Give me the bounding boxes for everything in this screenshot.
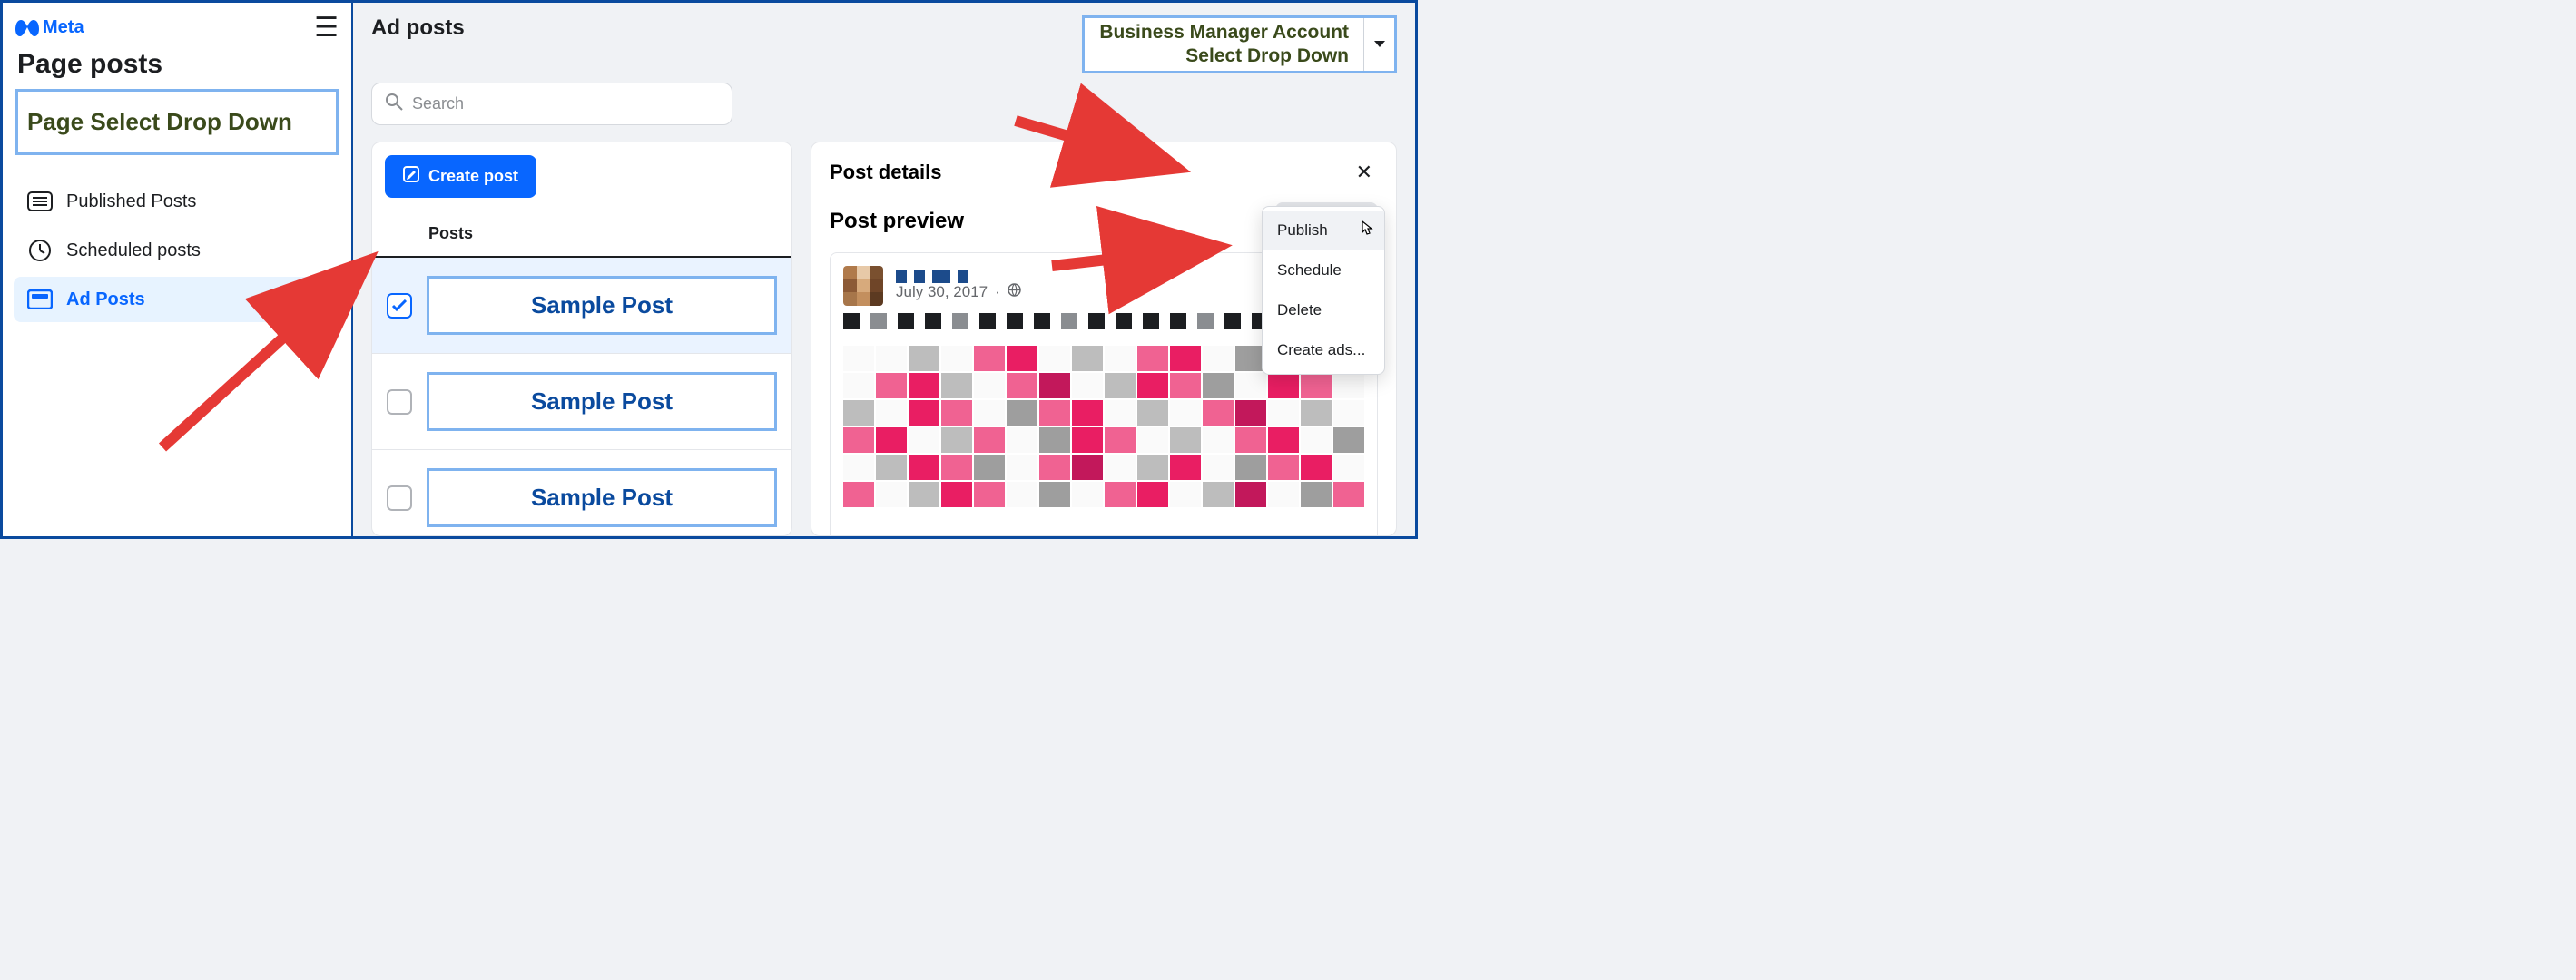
create-post-label: Create post [428,167,518,186]
menu-label: Delete [1277,301,1322,318]
checkbox[interactable] [387,389,412,415]
actions-menu-schedule[interactable]: Schedule [1263,250,1384,290]
preview-meta: July 30, 2017 · [896,270,1021,301]
list-icon [26,188,54,215]
actions-menu-delete[interactable]: Delete [1263,290,1384,330]
sidebar-item-ad-posts[interactable]: Ad Posts [14,277,340,322]
actions-menu: Publish Schedule Delete Create ads... [1262,206,1385,375]
search-icon [385,93,403,115]
post-date-row: July 30, 2017 · [896,283,1021,301]
sidebar-top: Meta ☰ [12,8,342,45]
sidebar-item-label: Ad Posts [66,289,145,310]
business-manager-select[interactable]: Business Manager Account Select Drop Dow… [1082,15,1397,74]
checkbox[interactable] [387,485,412,511]
preview-title: Post preview [830,209,964,234]
post-label: Sample Post [427,372,777,431]
clock-icon [26,237,54,264]
search-box[interactable] [371,83,732,125]
hamburger-icon[interactable]: ☰ [314,12,339,44]
actions-menu-create-ads[interactable]: Create ads... [1263,330,1384,370]
business-manager-label: Business Manager Account Select Drop Dow… [1085,18,1363,71]
bm-line2: Select Drop Down [1099,44,1349,68]
content-row: Create post Posts Sample Post Sample Pos… [371,142,1397,536]
post-date: July 30, 2017 [896,283,988,301]
menu-label: Schedule [1277,261,1342,279]
sidebar-item-scheduled-posts[interactable]: Scheduled posts [14,228,340,273]
sidebar-item-label: Scheduled posts [66,240,201,261]
main: Ad posts Business Manager Account Select… [353,3,1415,536]
menu-label: Create ads... [1277,341,1365,358]
sidebar-title: Page posts [12,45,342,89]
caret-down-icon [1363,18,1394,71]
brand-text: Meta [43,17,84,38]
main-header: Ad posts Business Manager Account Select… [371,15,1397,74]
post-row[interactable]: Sample Post [372,354,791,450]
checkbox[interactable] [387,293,412,318]
posts-column-header: Posts [372,211,791,258]
details-header: Post details ✕ [830,157,1378,188]
meta-icon [15,20,39,36]
post-label: Sample Post [427,468,777,527]
sidebar-item-label: Published Posts [66,191,196,212]
actions-menu-publish[interactable]: Publish [1263,211,1384,250]
redacted-name [896,270,1021,283]
bm-line1: Business Manager Account [1099,21,1349,44]
sidebar-nav: Published Posts Scheduled posts Ad Posts [12,179,342,322]
post-label: Sample Post [427,276,777,335]
menu-label: Publish [1277,221,1328,239]
cursor-icon [1359,220,1375,242]
create-row: Create post [372,142,791,211]
dot-separator: · [995,283,1000,301]
sidebar: Meta ☰ Page posts Page Select Drop Down … [3,3,353,536]
details-title: Post details [830,161,941,184]
search-input[interactable] [412,94,719,113]
post-row[interactable]: Sample Post [372,450,791,536]
page-select-dropdown[interactable]: Page Select Drop Down [15,89,339,155]
post-details-panel: Post details ✕ Post preview Actions [811,142,1397,536]
sidebar-item-published-posts[interactable]: Published Posts [14,179,340,224]
avatar [843,266,883,306]
globe-icon [1008,283,1021,301]
card-icon [26,286,54,313]
page-title: Ad posts [371,15,465,41]
close-icon[interactable]: ✕ [1351,157,1378,188]
create-post-button[interactable]: Create post [385,155,536,198]
posts-panel: Create post Posts Sample Post Sample Pos… [371,142,792,536]
edit-icon [403,166,419,187]
post-row[interactable]: Sample Post [372,258,791,354]
meta-logo: Meta [15,17,84,38]
